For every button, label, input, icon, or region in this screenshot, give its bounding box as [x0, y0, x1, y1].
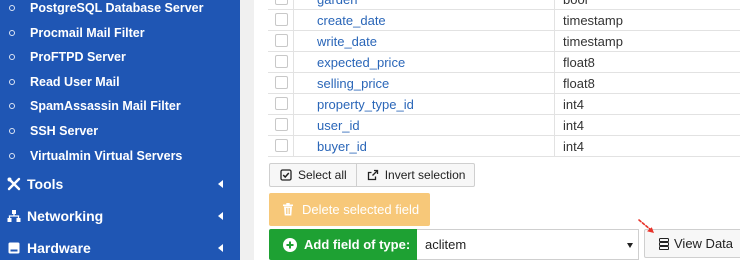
field-type: int4 — [563, 118, 584, 133]
field-name-link[interactable]: expected_price — [317, 55, 405, 70]
bullet-icon — [9, 79, 15, 85]
add-field-button[interactable]: Add field of type: — [269, 229, 417, 260]
sidebar-item-label: Procmail Mail Filter — [30, 26, 145, 40]
field-type: int4 — [563, 139, 584, 154]
bullet-icon — [9, 5, 15, 11]
field-name-link[interactable]: create_date — [317, 13, 386, 28]
sidebar-item-label: SSH Server — [30, 124, 99, 138]
checkbox-checked-icon — [280, 169, 292, 181]
trash-icon — [282, 203, 294, 216]
bullet-icon — [9, 103, 15, 109]
table-row: selling_price float8 No — [268, 73, 740, 94]
sidebar-category-hardware[interactable]: Hardware — [0, 234, 240, 260]
field-type-select-value: aclitem — [425, 237, 467, 252]
table-row: buyer_id int4 No — [268, 136, 740, 157]
add-field-label: Add field of type: — [304, 237, 411, 252]
row-checkbox[interactable] — [275, 55, 288, 68]
caret-left-icon — [218, 212, 223, 220]
field-type: float8 — [563, 76, 595, 91]
field-name-link[interactable]: write_date — [317, 34, 377, 49]
field-type: float8 — [563, 55, 595, 70]
table-row: create_date timestamp No — [268, 10, 740, 31]
tools-icon — [7, 177, 21, 191]
sidebar: PostgreSQL Database Server Procmail Mail… — [0, 0, 240, 260]
invert-selection-button[interactable]: Invert selection — [355, 164, 475, 186]
select-all-button[interactable]: Select all — [270, 164, 356, 186]
selection-button-group: Select all Invert selection — [269, 163, 476, 187]
row-checkbox[interactable] — [275, 139, 288, 152]
row-checkbox[interactable] — [275, 13, 288, 26]
sidebar-item-label: SpamAssassin Mail Filter — [30, 99, 181, 113]
sidebar-item-read-user-mail[interactable]: Read User Mail — [0, 70, 240, 94]
sidebar-item-label: Read User Mail — [30, 75, 120, 89]
sidebar-divider — [240, 0, 254, 260]
sidebar-category-networking[interactable]: Networking — [0, 202, 240, 230]
sidebar-item-spamassassin[interactable]: SpamAssassin Mail Filter — [0, 94, 240, 118]
field-type: int4 — [563, 97, 584, 112]
caret-left-icon — [218, 180, 223, 188]
field-name-link[interactable]: user_id — [317, 118, 360, 133]
table-row: user_id int4 No — [268, 115, 740, 136]
row-checkbox[interactable] — [275, 118, 288, 131]
table-row: expected_price float8 No — [268, 52, 740, 73]
select-all-label: Select all — [298, 168, 347, 182]
field-type: timestamp — [563, 34, 623, 49]
bullet-icon — [9, 128, 15, 134]
sidebar-item-label: Virtualmin Virtual Servers — [30, 149, 183, 163]
field-name-link[interactable]: selling_price — [317, 76, 389, 91]
field-type: bool — [563, 0, 588, 7]
sidebar-item-label: ProFTPD Server — [30, 50, 126, 64]
row-checkbox[interactable] — [275, 76, 288, 89]
red-arrow-pointer-icon — [638, 219, 654, 233]
invert-selection-label: Invert selection — [384, 168, 466, 182]
bullet-icon — [9, 54, 15, 60]
field-name-link[interactable]: property_type_id — [317, 97, 414, 112]
database-icon — [659, 237, 669, 250]
sidebar-item-label: PostgreSQL Database Server — [30, 1, 204, 15]
caret-left-icon — [218, 244, 223, 252]
table-row: garden bool No — [268, 0, 740, 10]
sidebar-item-procmail[interactable]: Procmail Mail Filter — [0, 21, 240, 45]
hard-drive-icon — [7, 241, 21, 255]
delete-selected-field-button[interactable]: Delete selected field — [269, 193, 430, 226]
sidebar-category-label: Networking — [27, 208, 104, 224]
share-square-icon — [367, 169, 379, 181]
delete-selected-field-label: Delete selected field — [302, 202, 420, 217]
sidebar-item-ssh-server[interactable]: SSH Server — [0, 119, 240, 143]
row-checkbox[interactable] — [275, 34, 288, 47]
sidebar-item-virtualmin[interactable]: Virtualmin Virtual Servers — [0, 144, 240, 168]
network-icon — [7, 209, 21, 223]
row-checkbox[interactable] — [275, 97, 288, 110]
sidebar-category-label: Tools — [27, 176, 64, 192]
field-type-select[interactable]: aclitem — [417, 229, 639, 260]
bullet-icon — [9, 153, 15, 159]
field-name-link[interactable]: garden — [317, 0, 357, 7]
view-data-label: View Data — [674, 236, 734, 251]
field-type: timestamp — [563, 13, 623, 28]
dropdown-arrow-icon — [627, 243, 633, 248]
sidebar-category-label: Hardware — [27, 240, 91, 256]
sidebar-category-tools[interactable]: Tools — [0, 170, 240, 198]
field-name-link[interactable]: buyer_id — [317, 139, 367, 154]
bullet-icon — [9, 30, 15, 36]
sidebar-item-proftpd[interactable]: ProFTPD Server — [0, 45, 240, 69]
table-row: write_date timestamp No — [268, 31, 740, 52]
row-checkbox[interactable] — [275, 0, 288, 5]
table-row: property_type_id int4 No — [268, 94, 740, 115]
sidebar-item-postgresql[interactable]: PostgreSQL Database Server — [0, 0, 240, 20]
plus-circle-icon — [283, 237, 297, 252]
